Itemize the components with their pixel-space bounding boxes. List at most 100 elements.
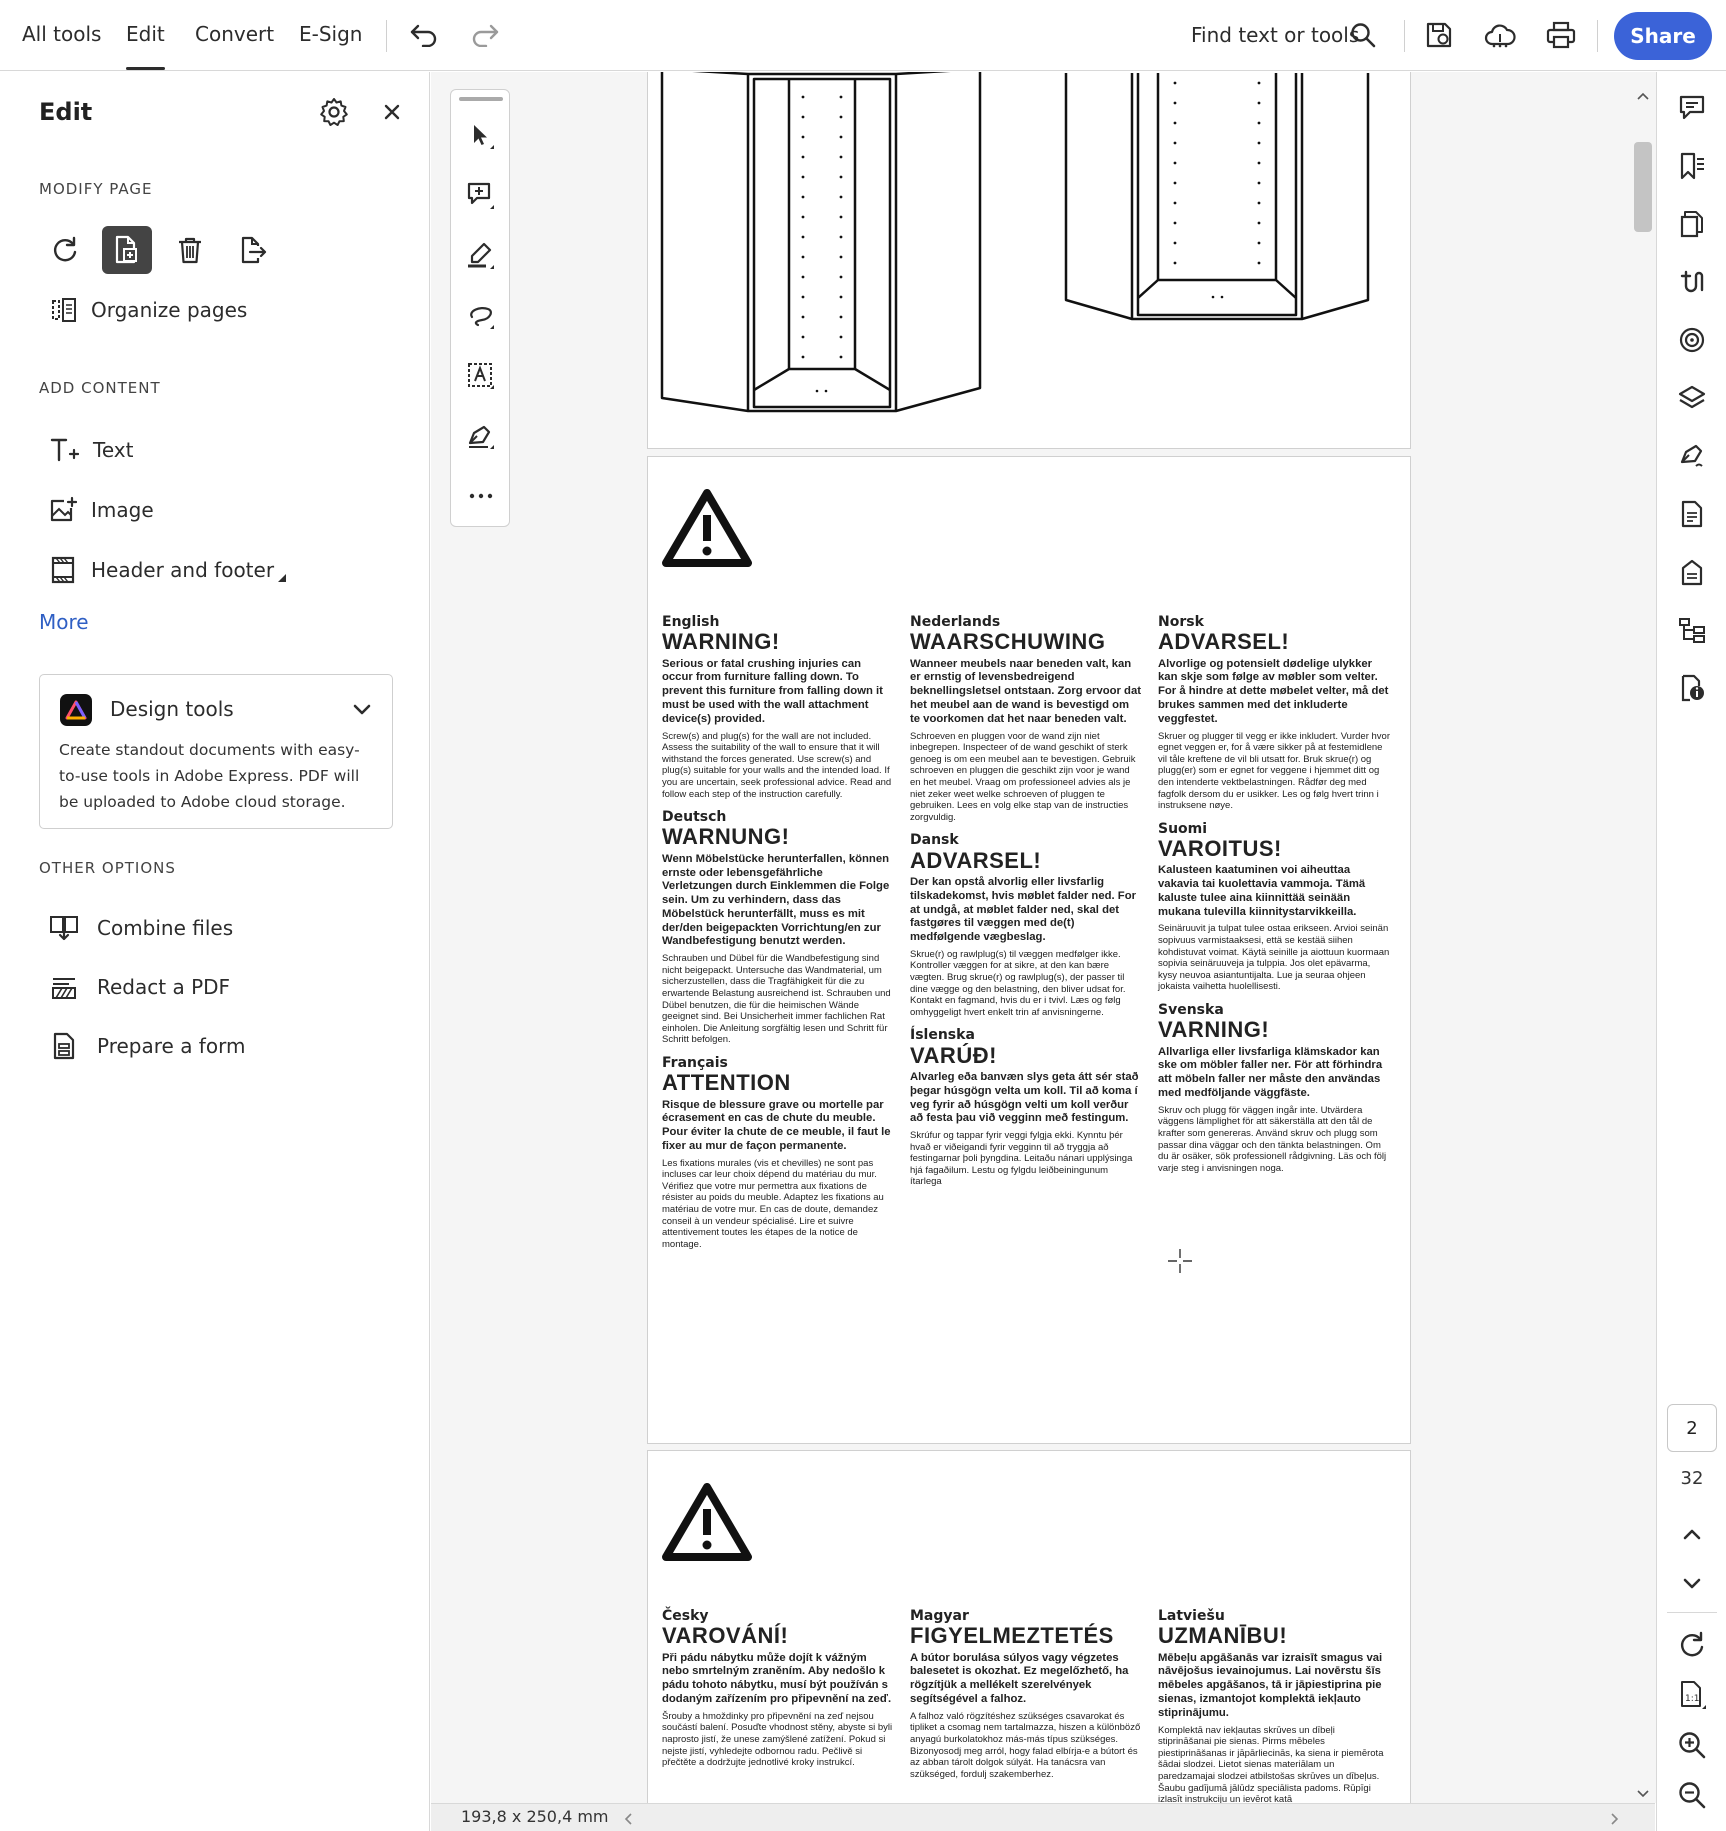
design-tools-title: Design tools — [110, 697, 234, 721]
scroll-up-arrow-icon[interactable] — [1637, 92, 1649, 100]
nav-convert[interactable]: Convert — [195, 22, 274, 46]
zoom-in-icon[interactable] — [1670, 1723, 1714, 1767]
warning-block: Íslenska VARÚÐ! Alvarleg eða banvæn slys g… — [910, 1027, 1139, 1188]
warning-block: Deutsch WARNUNG! Wenn Möbelstücke herunter… — [662, 809, 891, 1046]
undo-icon[interactable] — [405, 16, 443, 54]
search-icon[interactable] — [1344, 16, 1382, 54]
organize-pages-button[interactable]: Organize pages — [51, 297, 247, 323]
warning-column: Česky VAROVÁNÍ! Při pádu nábytku může dojí… — [662, 1599, 894, 1769]
page-thumbnails-icon[interactable] — [1670, 202, 1714, 246]
gear-icon[interactable] — [318, 96, 350, 132]
warning-block: Suomi VAROITUS! Kalusteen kaatuminen voi a… — [1158, 820, 1390, 993]
warning-block: Svenska VARNING! Allvarliga eller livsfarl… — [1158, 1001, 1387, 1174]
share-button[interactable]: Share — [1614, 12, 1712, 60]
chevron-down-icon[interactable] — [353, 701, 371, 720]
scrollbar-thumb[interactable] — [1634, 142, 1652, 232]
organize-pages-icon — [52, 298, 76, 322]
document-viewer[interactable]: English WARNING! Serious or fatal crushing… — [431, 72, 1655, 1803]
scroll-down-arrow-icon[interactable] — [1637, 1790, 1649, 1798]
pdf-page: Česky VAROVÁNÍ! Při pádu nábytku může dojí… — [647, 1450, 1411, 1803]
comments-icon[interactable] — [1670, 86, 1714, 130]
status-bar: 193,8 x 250,4 mm — [431, 1803, 1655, 1831]
divider — [1667, 1612, 1717, 1613]
design-tools-card[interactable]: Design tools Create standout documents w… — [39, 674, 393, 829]
target-icon[interactable] — [1670, 318, 1714, 362]
add-content-heading: ADD CONTENT — [39, 379, 161, 397]
add-text-button[interactable]: Text — [49, 436, 133, 464]
draw-icon[interactable] — [457, 292, 505, 340]
vertical-scrollbar[interactable] — [1630, 72, 1656, 1803]
warning-triangle-icon — [662, 1483, 752, 1561]
adobe-express-icon — [60, 694, 92, 726]
save-icon[interactable] — [1420, 16, 1458, 54]
find-text-tools[interactable]: Find text or tools — [1191, 23, 1359, 47]
rotate-page-icon[interactable] — [40, 226, 90, 274]
top-toolbar: All tools Edit Convert E-Sign Find text … — [0, 0, 1726, 71]
select-tool-icon[interactable] — [457, 112, 505, 160]
nav-edit[interactable]: Edit — [126, 22, 165, 70]
more-link[interactable]: More — [39, 610, 89, 634]
close-icon[interactable] — [380, 100, 404, 128]
bookmarks-icon[interactable] — [1670, 144, 1714, 188]
document-icon[interactable] — [1670, 492, 1714, 536]
structure-tree-icon[interactable] — [1670, 608, 1714, 652]
highlight-icon[interactable] — [457, 232, 505, 280]
total-pages: 32 — [1680, 1468, 1704, 1489]
cabinet-illustration — [660, 72, 1370, 413]
scroll-right-arrow-icon[interactable] — [1611, 1813, 1619, 1825]
cloud-icon[interactable] — [1481, 16, 1519, 54]
delete-page-icon[interactable] — [165, 226, 215, 274]
combine-files-button[interactable]: Combine files — [49, 914, 233, 942]
previous-page-icon[interactable] — [1670, 1512, 1714, 1556]
combine-files-label: Combine files — [97, 916, 234, 940]
corner-triangle-icon — [278, 574, 287, 582]
zoom-out-icon[interactable] — [1670, 1773, 1714, 1817]
text-box-icon[interactable] — [457, 352, 505, 400]
print-icon[interactable] — [1542, 16, 1580, 54]
warning-block: English WARNING! Serious or fatal crushing… — [662, 614, 892, 800]
warning-triangle-icon — [662, 489, 752, 567]
modify-page-heading: MODIFY PAGE — [39, 180, 153, 198]
nav-all-tools[interactable]: All tools — [22, 22, 101, 46]
add-image-label: Image — [91, 498, 154, 522]
nav-esign[interactable]: E-Sign — [299, 22, 362, 46]
header-footer-label: Header and footer — [91, 558, 275, 582]
design-tools-description: Create standout documents with easy-to-u… — [59, 741, 360, 811]
protect-document-icon[interactable] — [1670, 550, 1714, 594]
redo-icon[interactable] — [466, 16, 504, 54]
svg-text:1:1: 1:1 — [1685, 1694, 1699, 1704]
quick-tools-toolbar — [450, 89, 510, 527]
refresh-icon[interactable] — [1670, 1623, 1714, 1667]
right-rail: 2 32 1:1 — [1656, 72, 1726, 1831]
document-info-icon[interactable] — [1670, 666, 1714, 710]
fill-sign-icon[interactable] — [1670, 434, 1714, 478]
warning-column: English WARNING! Serious or fatal crushing… — [662, 605, 894, 1250]
redact-pdf-button[interactable]: Redact a PDF — [49, 973, 230, 1001]
sign-icon[interactable] — [457, 412, 505, 460]
prepare-form-button[interactable]: Prepare a form — [49, 1032, 245, 1060]
redact-pdf-label: Redact a PDF — [97, 975, 231, 999]
layers-icon[interactable] — [1670, 376, 1714, 420]
divider — [1404, 20, 1405, 52]
text-icon — [50, 438, 79, 462]
header-footer-button[interactable]: Header and footer — [49, 556, 287, 584]
redact-icon — [52, 978, 76, 999]
add-image-button[interactable]: Image — [49, 496, 154, 524]
scroll-left-arrow-icon[interactable] — [624, 1813, 632, 1825]
next-page-icon[interactable] — [1670, 1562, 1714, 1606]
warning-block: Dansk ADVARSEL! Der kan opstå alvorlig ell… — [910, 832, 1136, 1018]
insert-page-icon[interactable] — [102, 226, 152, 274]
warning-column: Norsk ADVARSEL! Alvorlige og potensielt dø… — [1158, 605, 1390, 1174]
more-tools-icon[interactable] — [457, 472, 505, 520]
actual-size-icon[interactable]: 1:1 — [1670, 1673, 1714, 1717]
attachments-icon[interactable] — [1670, 260, 1714, 304]
prepare-form-label: Prepare a form — [97, 1034, 246, 1058]
current-page-input[interactable]: 2 — [1667, 1404, 1717, 1452]
panel-title: Edit — [39, 98, 93, 126]
extract-page-icon[interactable] — [229, 226, 279, 274]
header-footer-icon — [51, 556, 75, 584]
add-comment-icon[interactable] — [457, 172, 505, 220]
add-text-label: Text — [93, 438, 134, 462]
drag-handle[interactable] — [459, 97, 503, 101]
crosshair-cursor-icon — [1168, 1249, 1192, 1273]
